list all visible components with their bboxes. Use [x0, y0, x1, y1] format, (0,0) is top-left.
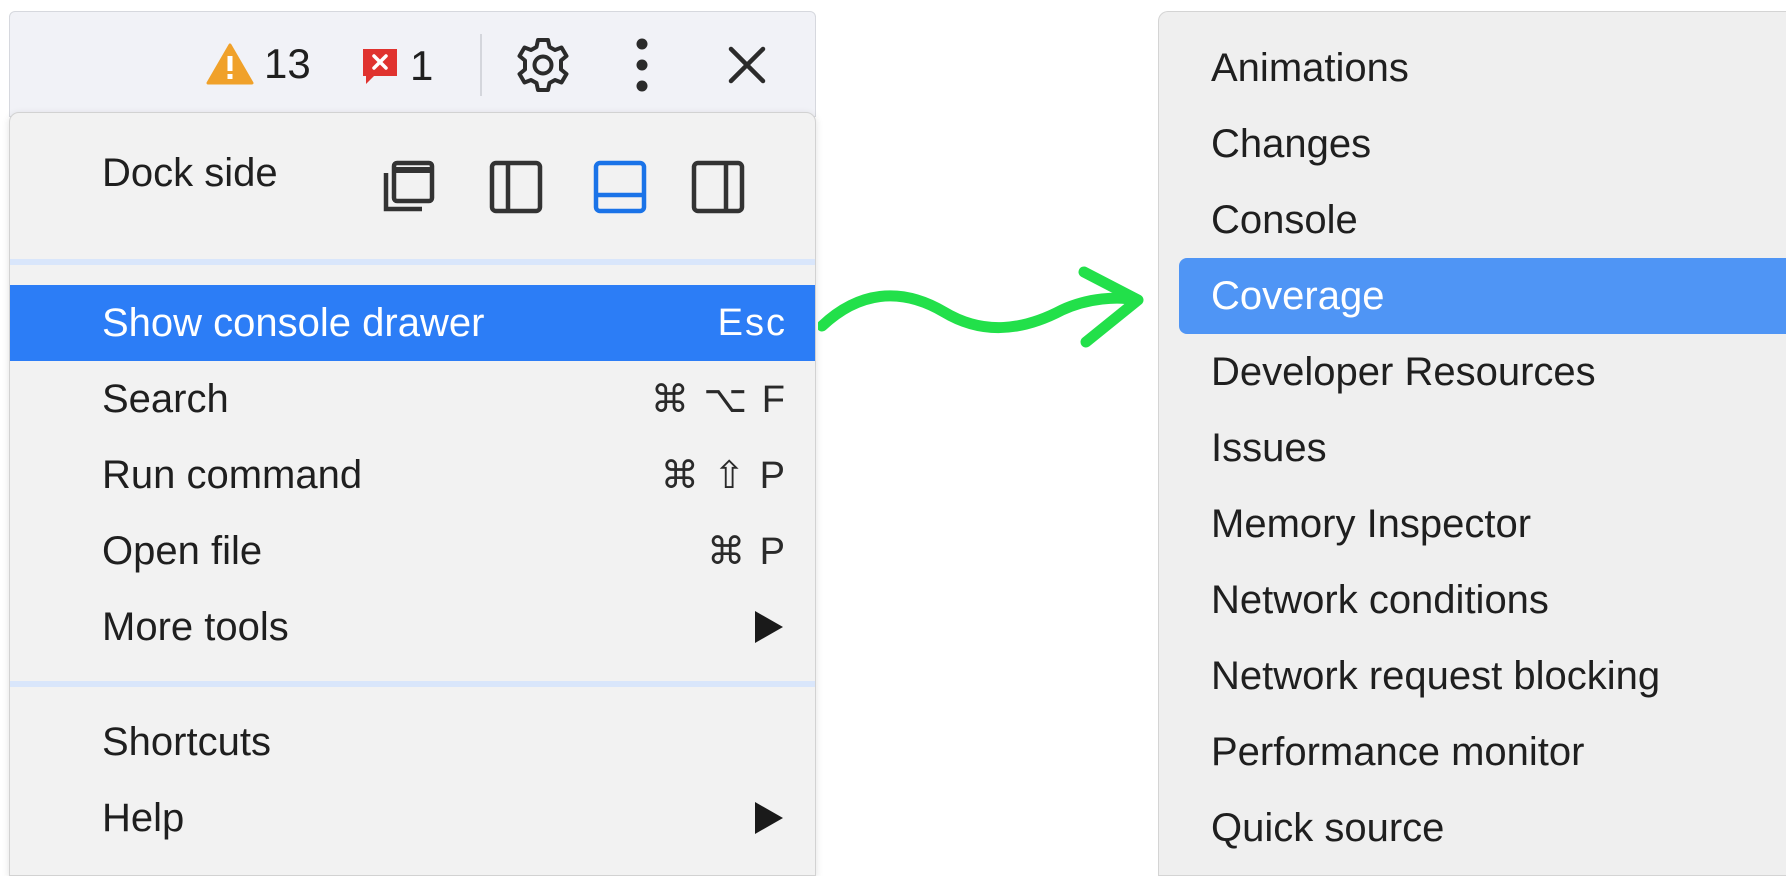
vertical-dots-icon: [636, 38, 648, 92]
submenu-item-coverage[interactable]: Coverage: [1179, 258, 1786, 334]
submenu-arrow-icon: [755, 611, 783, 643]
submenu-item-animations[interactable]: Animations: [1179, 30, 1786, 106]
menu-item-help[interactable]: Help: [10, 780, 815, 856]
close-icon: [728, 46, 766, 84]
menu-item-shortcut: ⌘ ⌥ F: [650, 378, 787, 421]
submenu-item-performance-monitor[interactable]: Performance monitor: [1179, 714, 1786, 790]
gear-icon: [517, 38, 569, 92]
more-options-button[interactable]: [632, 36, 652, 94]
menu-separator: [10, 681, 815, 687]
dock-left-icon[interactable]: [488, 159, 544, 215]
submenu-item-label: Memory Inspector: [1211, 501, 1532, 546]
menu-separator: [10, 259, 815, 265]
dock-side-label: Dock side: [102, 151, 278, 195]
warning-triangle-icon: [206, 43, 254, 85]
menu-item-label: Help: [102, 795, 185, 840]
menu-item-label: Shortcuts: [102, 719, 271, 764]
submenu-item-label: Developer Resources: [1211, 349, 1596, 394]
submenu-arrow-icon: [755, 802, 783, 834]
submenu-item-issues[interactable]: Issues: [1179, 410, 1786, 486]
menu-item-open-file[interactable]: Open file ⌘ P: [10, 513, 815, 589]
green-arrow-icon: [818, 266, 1144, 348]
menu-item-shortcut: Esc: [717, 301, 787, 344]
more-tools-submenu: Animations Changes Console Coverage Deve…: [1158, 11, 1786, 876]
menu-item-label: Open file: [102, 528, 263, 573]
devtools-toolbar: 13 1: [9, 11, 816, 117]
undock-icon[interactable]: [380, 159, 436, 215]
toolbar-divider: [480, 34, 482, 96]
submenu-item-network-request-blocking[interactable]: Network request blocking: [1179, 638, 1786, 714]
menu-item-shortcut: ⌘ ⇧ P: [660, 454, 787, 497]
close-button[interactable]: [725, 43, 769, 87]
submenu-item-console[interactable]: Console: [1179, 182, 1786, 258]
submenu-item-label: Quick source: [1211, 805, 1445, 850]
submenu-item-label: Performance monitor: [1211, 729, 1585, 774]
warnings-counter[interactable]: 13: [206, 40, 311, 88]
menu-item-shortcuts[interactable]: Shortcuts: [10, 704, 815, 780]
submenu-item-label: Coverage: [1211, 273, 1385, 318]
menu-item-label: More tools: [102, 604, 289, 649]
submenu-item-network-conditions[interactable]: Network conditions: [1179, 562, 1786, 638]
devtools-main-menu: Dock side Show console drawer Esc Search…: [9, 112, 816, 876]
menu-item-run-command[interactable]: Run command ⌘ ⇧ P: [10, 437, 815, 513]
warning-count: 13: [264, 40, 311, 87]
menu-item-show-console-drawer[interactable]: Show console drawer Esc: [10, 285, 815, 361]
submenu-item-changes[interactable]: Changes: [1179, 106, 1786, 182]
menu-item-label: Search: [102, 376, 229, 421]
errors-counter[interactable]: 1: [360, 42, 433, 90]
submenu-item-developer-resources[interactable]: Developer Resources: [1179, 334, 1786, 410]
error-count: 1: [410, 42, 434, 89]
submenu-item-memory-inspector[interactable]: Memory Inspector: [1179, 486, 1786, 562]
menu-item-more-tools[interactable]: More tools: [10, 589, 815, 665]
submenu-item-label: Changes: [1211, 121, 1372, 166]
dock-bottom-icon[interactable]: [592, 159, 648, 215]
submenu-item-label: Network request blocking: [1211, 653, 1661, 698]
submenu-item-label: Issues: [1211, 425, 1327, 470]
settings-button[interactable]: [514, 36, 572, 94]
error-badge-icon: [363, 49, 397, 84]
submenu-item-quick-source[interactable]: Quick source: [1179, 790, 1786, 866]
menu-item-search[interactable]: Search ⌘ ⌥ F: [10, 361, 815, 437]
dock-right-icon[interactable]: [690, 159, 746, 215]
submenu-item-label: Network conditions: [1211, 577, 1549, 622]
menu-item-label: Run command: [102, 452, 363, 497]
submenu-item-label: Console: [1211, 197, 1358, 242]
submenu-item-label: Animations: [1211, 45, 1409, 90]
menu-item-shortcut: ⌘ P: [707, 530, 787, 573]
menu-item-label: Show console drawer: [102, 300, 485, 345]
